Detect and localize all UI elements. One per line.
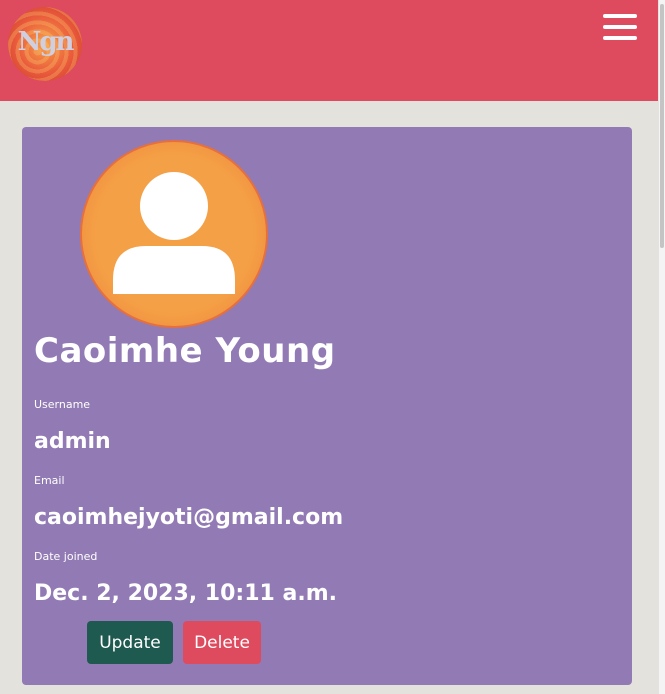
date-joined-value: Dec. 2, 2023, 10:11 a.m. [34, 581, 337, 606]
update-button[interactable]: Update [87, 621, 173, 664]
scrollbar-thumb[interactable] [660, 4, 664, 248]
avatar [80, 140, 268, 328]
profile-card: Caoimhe Young Username admin Email caoim… [22, 127, 632, 685]
menu-bar [603, 36, 637, 40]
hamburger-menu-icon[interactable] [603, 12, 639, 42]
scrollbar[interactable] [659, 0, 665, 694]
date-joined-label: Date joined [34, 550, 98, 563]
menu-bar [603, 14, 637, 18]
site-logo[interactable]: Ngn [8, 7, 82, 81]
user-silhouette-icon [113, 172, 235, 294]
menu-bar [603, 25, 637, 29]
email-value: caoimhejyoti@gmail.com [34, 505, 344, 530]
profile-full-name: Caoimhe Young [34, 331, 336, 371]
username-value: admin [34, 429, 111, 454]
username-label: Username [34, 398, 91, 411]
email-label: Email [34, 474, 65, 487]
navbar: Ngn [0, 0, 658, 101]
delete-button[interactable]: Delete [183, 621, 261, 664]
logo-text: Ngn [17, 27, 75, 57]
